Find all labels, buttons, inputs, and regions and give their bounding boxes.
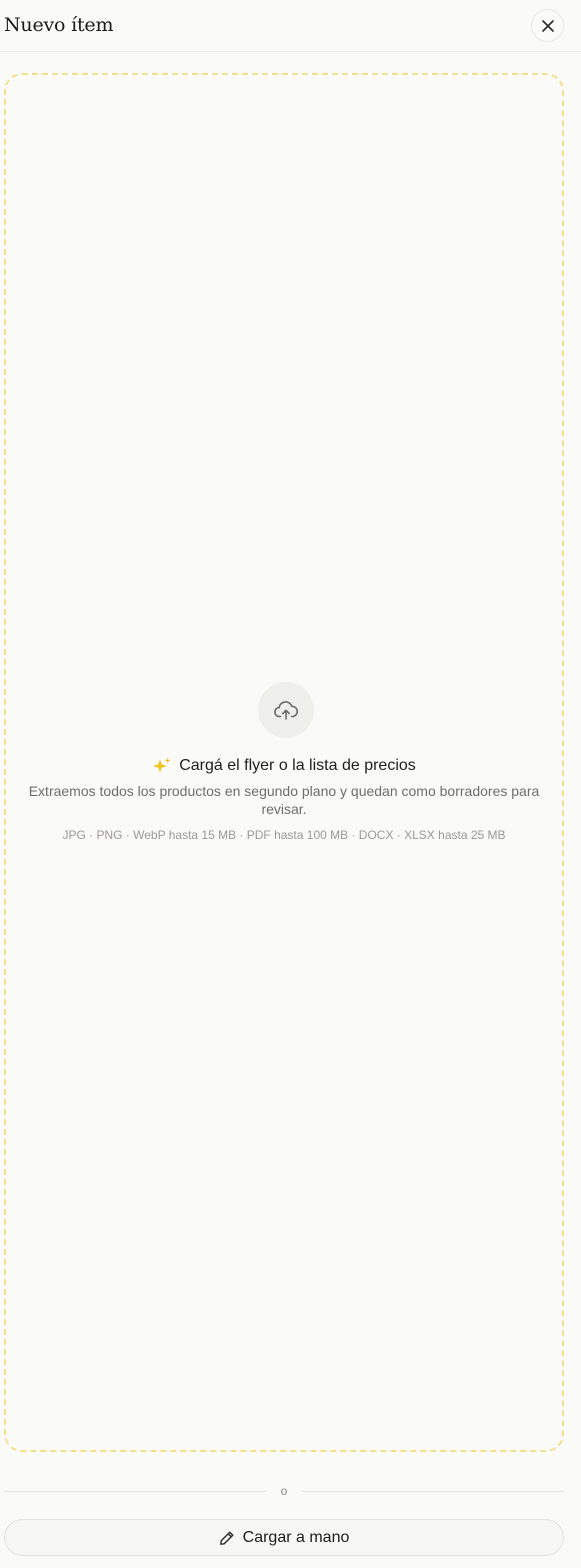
dropzone-heading-text: Cargá el flyer o la lista de precios xyxy=(179,757,416,774)
upload-icon-circle xyxy=(258,682,314,738)
close-icon xyxy=(541,19,554,32)
divider-line-left xyxy=(4,1491,266,1492)
manual-entry-label: Cargar a mano xyxy=(242,1528,350,1546)
divider-line-right xyxy=(302,1491,564,1492)
cloud-upload-icon xyxy=(274,701,299,720)
divider-label: o xyxy=(280,1484,288,1498)
dropzone-heading: Cargá el flyer o la lista de precios xyxy=(6,755,562,777)
accepted-formats: JPG · PNG · WebP hasta 15 MB · PDF hasta… xyxy=(62,828,506,842)
pencil-icon xyxy=(219,1531,234,1545)
new-item-panel: Nuevo ítem Cargá el flyer o la lista de … xyxy=(0,0,581,1568)
dropzone-description: Extraemos todos los productos en segundo… xyxy=(28,783,540,817)
close-button[interactable] xyxy=(531,9,564,42)
sparkles-icon xyxy=(153,757,171,773)
file-dropzone[interactable]: Cargá el flyer o la lista de precios Ext… xyxy=(4,73,564,1452)
page-title: Nuevo ítem xyxy=(4,14,114,36)
manual-entry-button[interactable]: Cargar a mano xyxy=(4,1519,564,1556)
panel-header: Nuevo ítem xyxy=(0,0,581,52)
